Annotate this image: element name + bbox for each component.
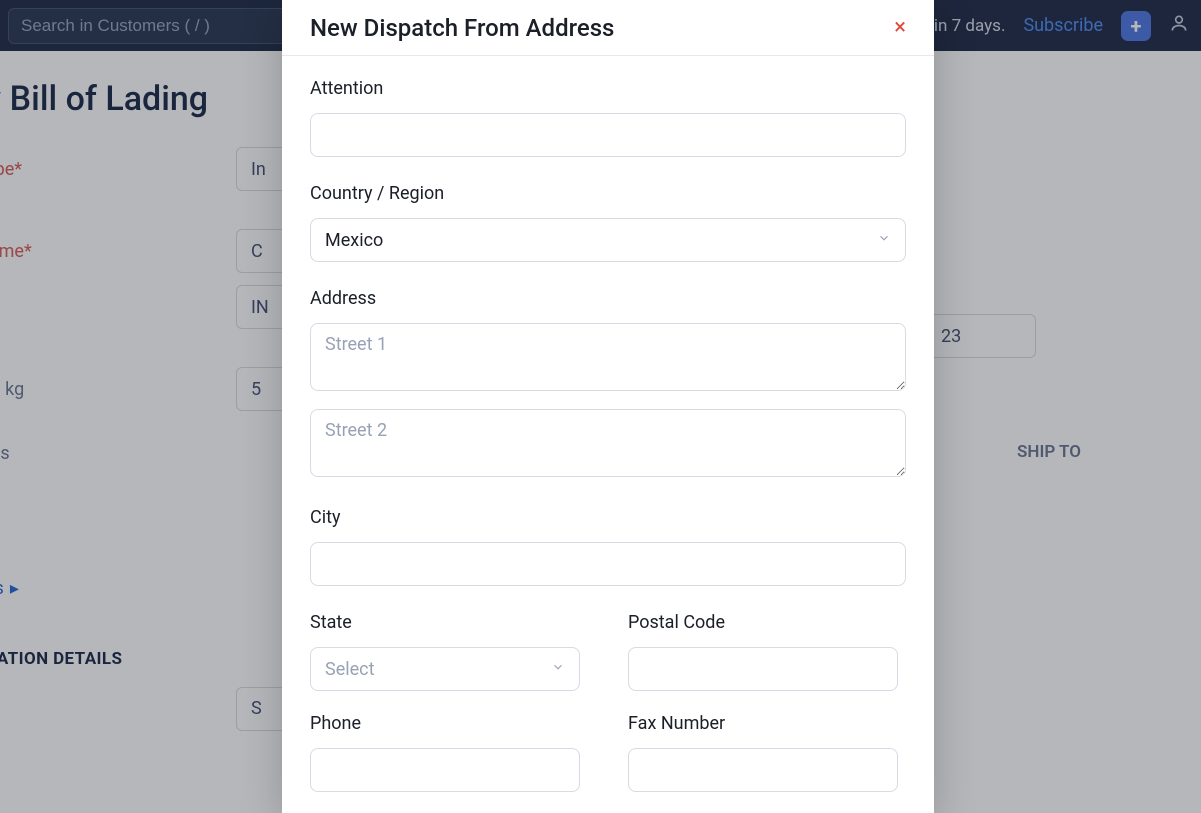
fax-field[interactable]	[628, 748, 898, 792]
attention-label: Attention	[310, 78, 906, 99]
state-placeholder: Select	[325, 659, 374, 680]
address-label: Address	[310, 288, 906, 309]
chevron-down-icon	[551, 660, 565, 678]
state-select[interactable]: Select	[310, 647, 580, 691]
phone-field[interactable]	[310, 748, 580, 792]
close-icon[interactable]: ×	[894, 15, 906, 40]
dispatch-address-modal: New Dispatch From Address × Attention Co…	[282, 0, 934, 813]
country-value: Mexico	[325, 230, 383, 251]
country-select[interactable]: Mexico	[310, 218, 906, 262]
modal-title: New Dispatch From Address	[310, 14, 614, 42]
modal-header: New Dispatch From Address ×	[282, 0, 934, 56]
modal-body: Attention Country / Region Mexico Addres…	[282, 56, 934, 813]
street1-field[interactable]	[310, 323, 906, 391]
chevron-down-icon	[877, 231, 891, 249]
street2-field[interactable]	[310, 409, 906, 477]
city-field[interactable]	[310, 542, 906, 586]
postal-label: Postal Code	[628, 612, 906, 633]
postal-field[interactable]	[628, 647, 898, 691]
city-label: City	[310, 507, 906, 528]
phone-label: Phone	[310, 713, 588, 734]
fax-label: Fax Number	[628, 713, 906, 734]
attention-field[interactable]	[310, 113, 906, 157]
state-label: State	[310, 612, 588, 633]
country-label: Country / Region	[310, 183, 906, 204]
